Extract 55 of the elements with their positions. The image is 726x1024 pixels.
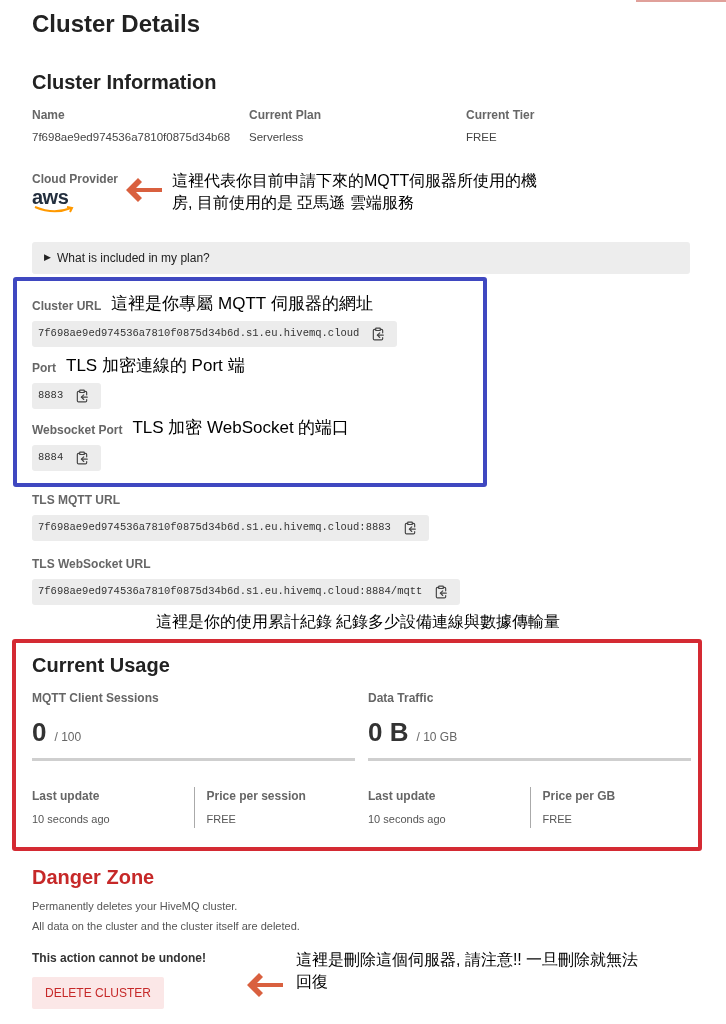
copy-icon[interactable] [371, 327, 386, 341]
section-title: Cluster Information [32, 70, 218, 94]
stat-value: 10 seconds ago [368, 812, 447, 827]
annotation-note: 這裡代表你目前申請下來的MQTT伺服器所使用的機房, 目前使用的是 亞馬遜 雲端服務 [172, 171, 539, 213]
field-label: Cluster URL [32, 298, 102, 315]
field-value: 8884 [38, 450, 64, 466]
field-value: 7f698ae9ed974536a7810f0875d34b68 [32, 130, 232, 144]
disclosure-label: What is included in my plan? [57, 250, 210, 267]
metric-value: 0 B [368, 716, 409, 749]
stat-label: Last update [368, 788, 437, 805]
metric-limit: / 10 GB [416, 729, 458, 746]
field-value: 7f698ae9ed974536a7810f0875d34b6d.s1.eu.hivemq.cloud [38, 326, 360, 342]
annotation-note: 這裡是你的使用累計紀錄 紀錄多少設備連線與數據傳輸量 [154, 612, 562, 632]
danger-description: All data on the cluster and the cluster itself are deleted. [32, 919, 301, 933]
field-label: Websocket Port [32, 422, 123, 439]
arrow-icon [124, 176, 164, 204]
copy-icon[interactable] [402, 521, 417, 535]
provider-logo: aws [32, 188, 78, 214]
metric-limit: / 100 [54, 729, 82, 746]
danger-title: Danger Zone [32, 865, 156, 889]
stat-value: FREE [206, 812, 237, 827]
copy-icon[interactable] [434, 585, 449, 599]
field-value: 7f698ae9ed974536a7810f0875d34b6d.s1.eu.hivemq.cloud:8884/mqtt [38, 584, 423, 600]
stat-label: Last update [32, 788, 101, 805]
field-value: 7f698ae9ed974536a7810f0875d34b6d.s1.eu.hivemq.cloud:8883 [38, 520, 391, 536]
field-label: TLS WebSocket URL [32, 556, 152, 573]
stat-value: FREE [542, 812, 573, 827]
delete-button[interactable]: DELETE CLUSTER [32, 977, 165, 1009]
field-label: Port [32, 360, 56, 377]
metric-value: 0 [32, 716, 47, 749]
stat-label: Price per session [206, 788, 307, 805]
section-title: Current Usage [32, 653, 171, 677]
field-label: Current Tier [466, 108, 536, 122]
annotation-note: 這裡是你專屬 MQTT 伺服器的網址 [111, 293, 373, 315]
copy-icon[interactable] [75, 389, 90, 403]
stat-value: 10 seconds ago [32, 812, 111, 827]
field-label: TLS MQTT URL [32, 492, 121, 509]
danger-description: Permanently deletes your HiveMQ cluster. [32, 899, 239, 913]
field-label: Current Plan [249, 108, 322, 122]
page-title: Cluster Details [32, 10, 202, 38]
copy-icon[interactable] [75, 451, 90, 465]
stat-label: Price per GB [542, 788, 617, 805]
field-label: Name [32, 108, 66, 122]
metric-label: Data Traffic [368, 690, 435, 707]
field-value: Serverless [249, 130, 305, 144]
annotation-note: TLS 加密連線的 Port 端 [66, 355, 245, 377]
field-value: 8883 [38, 388, 64, 404]
metric-label: MQTT Client Sessions [32, 690, 160, 707]
annotation-note: TLS 加密 WebSocket 的端口 [132, 417, 350, 439]
warning-text: This action cannot be undone! [32, 950, 207, 967]
field-value: FREE [466, 130, 498, 144]
annotation-note: 這裡是刪除這個伺服器, 請注意!! 一旦刪除就無法回復 [296, 950, 640, 992]
disclosure-marker: ▶ [44, 251, 51, 265]
plan-disclosure[interactable]: ▶ What is included in my plan? [32, 242, 690, 274]
field-label: Cloud Provider [32, 171, 119, 188]
